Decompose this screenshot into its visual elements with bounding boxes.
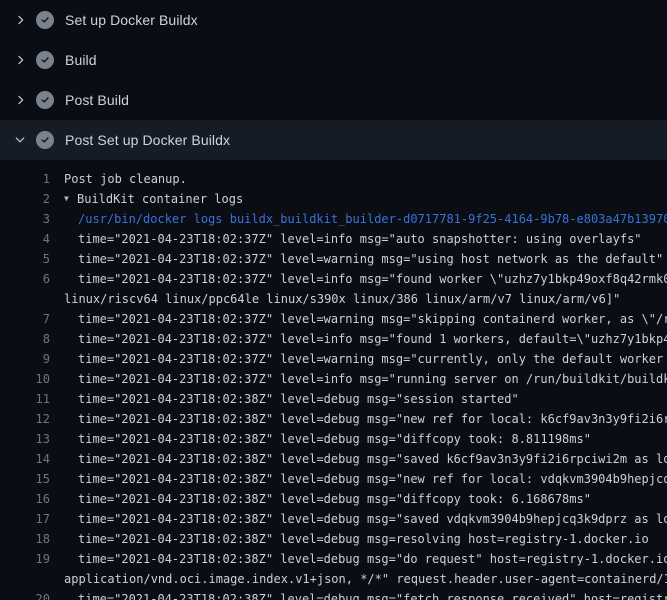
log-row: 14 time="2021-04-23T18:02:38Z" level=debu…	[0, 449, 667, 469]
log-row: 15 time="2021-04-23T18:02:38Z" level=debu…	[0, 469, 667, 489]
caret-down-icon: ▼	[64, 189, 77, 209]
chevron-right-icon	[12, 12, 28, 28]
log-row: 19 time="2021-04-23T18:02:38Z" level=debu…	[0, 549, 667, 569]
check-circle-icon	[36, 131, 54, 149]
log-row: 10 time="2021-04-23T18:02:37Z" level=info…	[0, 369, 667, 389]
line-number[interactable]: 8	[0, 329, 50, 349]
step-label: Set up Docker Buildx	[65, 12, 198, 28]
actions-log-viewer: Set up Docker Buildx Build Post Build Po…	[0, 0, 667, 600]
log-text: time="2021-04-23T18:02:38Z" level=debug …	[78, 589, 667, 600]
log-command-text: /usr/bin/docker logs buildx_buildkit_bui…	[78, 209, 667, 229]
line-number[interactable]: 6	[0, 269, 50, 289]
step-label: Post Set up Docker Buildx	[65, 132, 230, 148]
step-label: Post Build	[65, 92, 129, 108]
log-group-toggle[interactable]: ▼BuildKit container logs	[64, 189, 667, 209]
line-number[interactable]: 5	[0, 249, 50, 269]
log-row: linux/riscv64 linux/ppc64le linux/s390x …	[0, 289, 667, 309]
log-row: 8 time="2021-04-23T18:02:37Z" level=info …	[0, 329, 667, 349]
line-number[interactable]: 15	[0, 469, 50, 489]
line-number[interactable]: 16	[0, 489, 50, 509]
log-row: 3/usr/bin/docker logs buildx_buildkit_bu…	[0, 209, 667, 229]
log-text: time="2021-04-23T18:02:38Z" level=debug …	[78, 549, 667, 569]
log-text: application/vnd.oci.image.index.v1+json,…	[64, 569, 667, 589]
line-number[interactable]: 10	[0, 369, 50, 389]
line-number[interactable]: 12	[0, 409, 50, 429]
log-row: 9 time="2021-04-23T18:02:37Z" level=warni…	[0, 349, 667, 369]
step-header-set-up-docker-buildx[interactable]: Set up Docker Buildx	[0, 0, 667, 40]
log-row: 12 time="2021-04-23T18:02:38Z" level=debu…	[0, 409, 667, 429]
line-number[interactable]: 7	[0, 309, 50, 329]
line-number[interactable]: 1	[0, 169, 50, 189]
log-text: time="2021-04-23T18:02:38Z" level=debug …	[78, 429, 667, 449]
log-group-title: BuildKit container logs	[77, 192, 243, 206]
line-number[interactable]: 4	[0, 229, 50, 249]
step-header-post-set-up-docker-buildx[interactable]: Post Set up Docker Buildx	[0, 120, 667, 160]
log-row: application/vnd.oci.image.index.v1+json,…	[0, 569, 667, 589]
log-row: 18 time="2021-04-23T18:02:38Z" level=debu…	[0, 529, 667, 549]
log-row: 7 time="2021-04-23T18:02:37Z" level=warni…	[0, 309, 667, 329]
step-header-build[interactable]: Build	[0, 40, 667, 80]
log-text: time="2021-04-23T18:02:37Z" level=info m…	[78, 329, 667, 349]
log-row: 13 time="2021-04-23T18:02:38Z" level=debu…	[0, 429, 667, 449]
log-row: 6 time="2021-04-23T18:02:37Z" level=info …	[0, 269, 667, 289]
log-text: linux/riscv64 linux/ppc64le linux/s390x …	[64, 289, 667, 309]
log-row: 16 time="2021-04-23T18:02:38Z" level=debu…	[0, 489, 667, 509]
log-row: 5 time="2021-04-23T18:02:37Z" level=warni…	[0, 249, 667, 269]
check-circle-icon	[36, 51, 54, 69]
log-text: time="2021-04-23T18:02:38Z" level=debug …	[78, 529, 667, 549]
line-number[interactable]: 3	[0, 209, 50, 229]
line-number[interactable]: 9	[0, 349, 50, 369]
chevron-right-icon	[12, 52, 28, 68]
log-row: 4 time="2021-04-23T18:02:37Z" level=info …	[0, 229, 667, 249]
step-label: Build	[65, 52, 97, 68]
line-number[interactable]: 20	[0, 589, 50, 600]
log-text: time="2021-04-23T18:02:38Z" level=debug …	[78, 389, 667, 409]
log-text: time="2021-04-23T18:02:38Z" level=debug …	[78, 489, 667, 509]
log-row: 20 time="2021-04-23T18:02:38Z" level=debu…	[0, 589, 667, 600]
steps-list: Set up Docker Buildx Build Post Build Po…	[0, 0, 667, 160]
check-circle-icon	[36, 11, 54, 29]
line-number[interactable]: 14	[0, 449, 50, 469]
chevron-right-icon	[12, 92, 28, 108]
check-circle-icon	[36, 91, 54, 109]
log-text: time="2021-04-23T18:02:38Z" level=debug …	[78, 509, 667, 529]
log-row: 1 Post job cleanup.	[0, 169, 667, 189]
line-number	[0, 289, 50, 309]
log-row: 17 time="2021-04-23T18:02:38Z" level=debu…	[0, 509, 667, 529]
line-number[interactable]: 17	[0, 509, 50, 529]
line-number[interactable]: 19	[0, 549, 50, 569]
line-number[interactable]: 13	[0, 429, 50, 449]
log-text: time="2021-04-23T18:02:37Z" level=info m…	[78, 369, 667, 389]
line-number	[0, 569, 50, 589]
log-row: 11 time="2021-04-23T18:02:38Z" level=debu…	[0, 389, 667, 409]
line-number[interactable]: 11	[0, 389, 50, 409]
log-text: time="2021-04-23T18:02:38Z" level=debug …	[78, 469, 667, 489]
log-text: time="2021-04-23T18:02:37Z" level=info m…	[78, 269, 667, 289]
chevron-down-icon	[12, 132, 28, 148]
log-text: time="2021-04-23T18:02:37Z" level=warnin…	[78, 249, 667, 269]
line-number[interactable]: 18	[0, 529, 50, 549]
step-header-post-build[interactable]: Post Build	[0, 80, 667, 120]
line-number[interactable]: 2	[0, 189, 50, 209]
log-text: time="2021-04-23T18:02:37Z" level=info m…	[78, 229, 667, 249]
log-group-row: 2 ▼BuildKit container logs	[0, 189, 667, 209]
log-text: time="2021-04-23T18:02:38Z" level=debug …	[78, 449, 667, 469]
log-text: time="2021-04-23T18:02:38Z" level=debug …	[78, 409, 667, 429]
log-area: 1 Post job cleanup. 2 ▼BuildKit container l…	[0, 160, 667, 600]
log-text: Post job cleanup.	[64, 169, 667, 189]
log-text: time="2021-04-23T18:02:37Z" level=warnin…	[78, 309, 667, 329]
log-text: time="2021-04-23T18:02:37Z" level=warnin…	[78, 349, 667, 369]
